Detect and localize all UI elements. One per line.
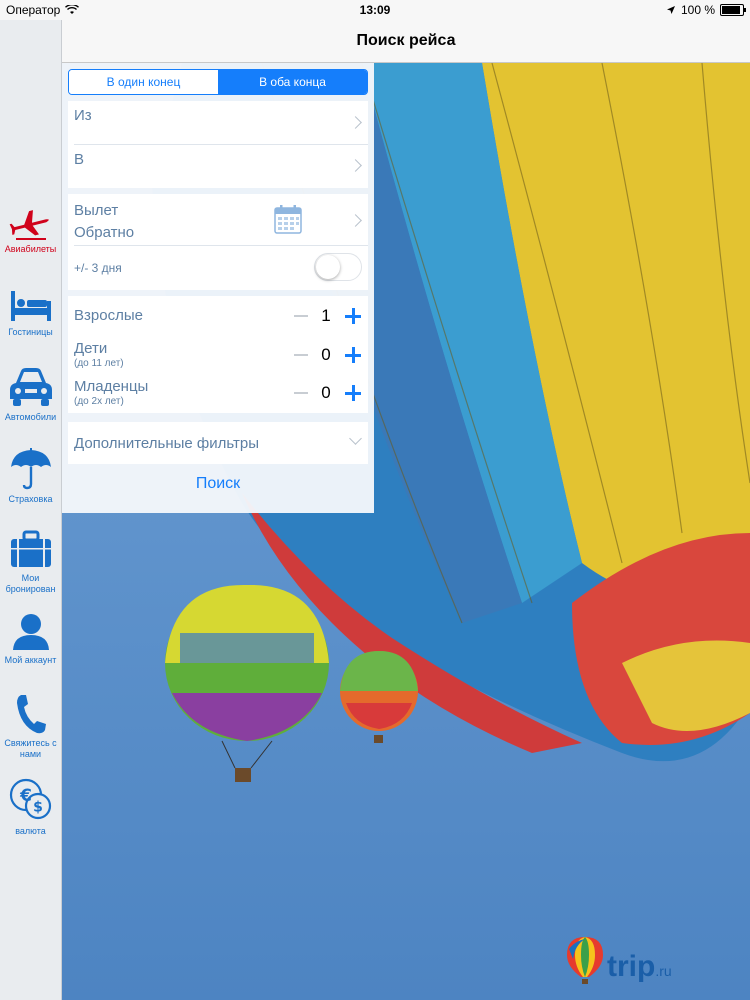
sidebar-item-label: валюта — [15, 826, 46, 836]
chevron-right-icon — [349, 159, 362, 172]
calendar-icon — [274, 205, 302, 234]
trip-ru-logo: trip.ru — [565, 935, 705, 990]
to-field[interactable]: В — [68, 145, 368, 188]
sidebar-item-label: Автомобили — [4, 412, 57, 422]
return-label: Обратно — [74, 224, 135, 241]
logo-text: trip — [607, 950, 656, 983]
chevron-right-icon — [349, 116, 362, 129]
briefcase-icon — [10, 530, 51, 567]
plus-icon[interactable] — [344, 346, 362, 364]
children-count: 0 — [321, 345, 331, 364]
flexible-dates-row: +/- 3 дня — [68, 246, 368, 290]
plus-icon[interactable] — [344, 384, 362, 402]
infants-row: Младенцы (до 2х лет) 0 — [68, 373, 368, 413]
dates-section: Вылет Обратно +/- 3 дня — [68, 194, 368, 290]
sidebar-item-flights[interactable]: Авиабилеты — [0, 203, 61, 255]
umbrella-icon — [10, 448, 51, 490]
sidebar-item-label: Авиабилеты — [4, 244, 57, 254]
round-trip-tab[interactable]: В оба конца — [218, 70, 367, 94]
bed-icon — [10, 291, 51, 321]
children-age-note: (до 11 лет) — [74, 358, 124, 369]
depart-label: Вылет — [74, 202, 119, 219]
one-way-tab[interactable]: В один конец — [69, 70, 218, 94]
status-bar: Оператор 13:09 100 % — [0, 0, 750, 20]
passengers-section: Взрослые 1 Дети (до 11 лет) 0 Младенцы (… — [68, 296, 368, 413]
battery-icon — [720, 4, 746, 16]
flight-search-panel: В один конец В оба конца Из В Вылет Обра… — [62, 63, 374, 513]
sidebar-item-label: Гостиницы — [8, 327, 53, 337]
battery-percent: 100 % — [680, 3, 715, 17]
chevron-right-icon — [349, 214, 362, 227]
sidebar-item-hotels[interactable]: Гостиницы — [0, 288, 61, 338]
sidebar-item-label: Страховка — [8, 494, 53, 504]
from-field[interactable]: Из — [68, 101, 368, 144]
adults-count: 1 — [321, 306, 331, 325]
plus-icon[interactable] — [344, 307, 362, 325]
flex-dates-label: +/- 3 дня — [74, 261, 122, 275]
navigation-bar: Поиск рейса — [62, 20, 750, 63]
small-balloon-left — [165, 584, 329, 782]
clock: 13:09 — [359, 3, 391, 17]
sidebar-item-currency[interactable]: € $ валюта — [0, 777, 61, 837]
sidebar-item-label: Мой аккаунт — [4, 655, 57, 665]
minus-icon[interactable] — [294, 315, 308, 317]
extra-filters-label: Дополнительные фильтры — [74, 435, 260, 452]
adults-label: Взрослые — [74, 307, 143, 324]
minus-icon[interactable] — [294, 354, 308, 356]
sidebar: Авиабилеты Гостиницы Автомобили Страховк… — [0, 20, 62, 1000]
infants-count: 0 — [321, 383, 331, 402]
location-icon — [666, 6, 675, 14]
car-icon — [9, 368, 52, 406]
infants-label: Младенцы — [74, 378, 149, 395]
chevron-down-icon — [349, 432, 362, 445]
sidebar-item-insurance[interactable]: Страховка — [0, 447, 61, 505]
sidebar-item-contact[interactable]: Свяжитесь с нами — [0, 693, 61, 760]
sidebar-item-account[interactable]: Мой аккаунт — [0, 612, 61, 666]
svg-text:$: $ — [33, 800, 43, 816]
minus-icon[interactable] — [294, 392, 308, 394]
sidebar-item-label: Мои бронирован — [5, 573, 56, 594]
to-label: В — [74, 151, 85, 168]
extra-filters-row[interactable]: Дополнительные фильтры — [68, 422, 368, 464]
user-icon — [12, 614, 49, 650]
sidebar-item-cars[interactable]: Автомобили — [0, 365, 61, 423]
flexible-dates-toggle[interactable] — [314, 253, 362, 281]
airplane-icon — [9, 210, 49, 240]
svg-text:€: € — [19, 786, 32, 806]
phone-icon — [16, 695, 46, 734]
trip-type-segmented-control: В один конец В оба конца — [68, 69, 368, 95]
adults-row: Взрослые 1 — [68, 296, 368, 334]
logo-suffix: .ru — [655, 963, 672, 979]
route-section: Из В — [68, 101, 368, 188]
sidebar-item-bookings[interactable]: Мои бронирован — [0, 530, 61, 595]
infants-stepper: 0 — [294, 383, 362, 403]
children-row: Дети (до 11 лет) 0 — [68, 335, 368, 373]
small-balloon-right — [340, 651, 418, 743]
sidebar-item-label: Свяжитесь с нами — [4, 738, 57, 759]
balloon-logo-icon — [567, 937, 603, 984]
adults-stepper: 1 — [294, 306, 362, 326]
currency-icon: € $ — [9, 778, 51, 820]
children-stepper: 0 — [294, 345, 362, 365]
dates-field[interactable]: Вылет Обратно — [68, 194, 368, 245]
page-title: Поиск рейса — [356, 32, 456, 49]
children-label: Дети — [74, 340, 108, 357]
from-label: Из — [74, 107, 92, 124]
infants-age-note: (до 2х лет) — [74, 396, 124, 407]
search-button[interactable]: Поиск — [62, 475, 374, 493]
